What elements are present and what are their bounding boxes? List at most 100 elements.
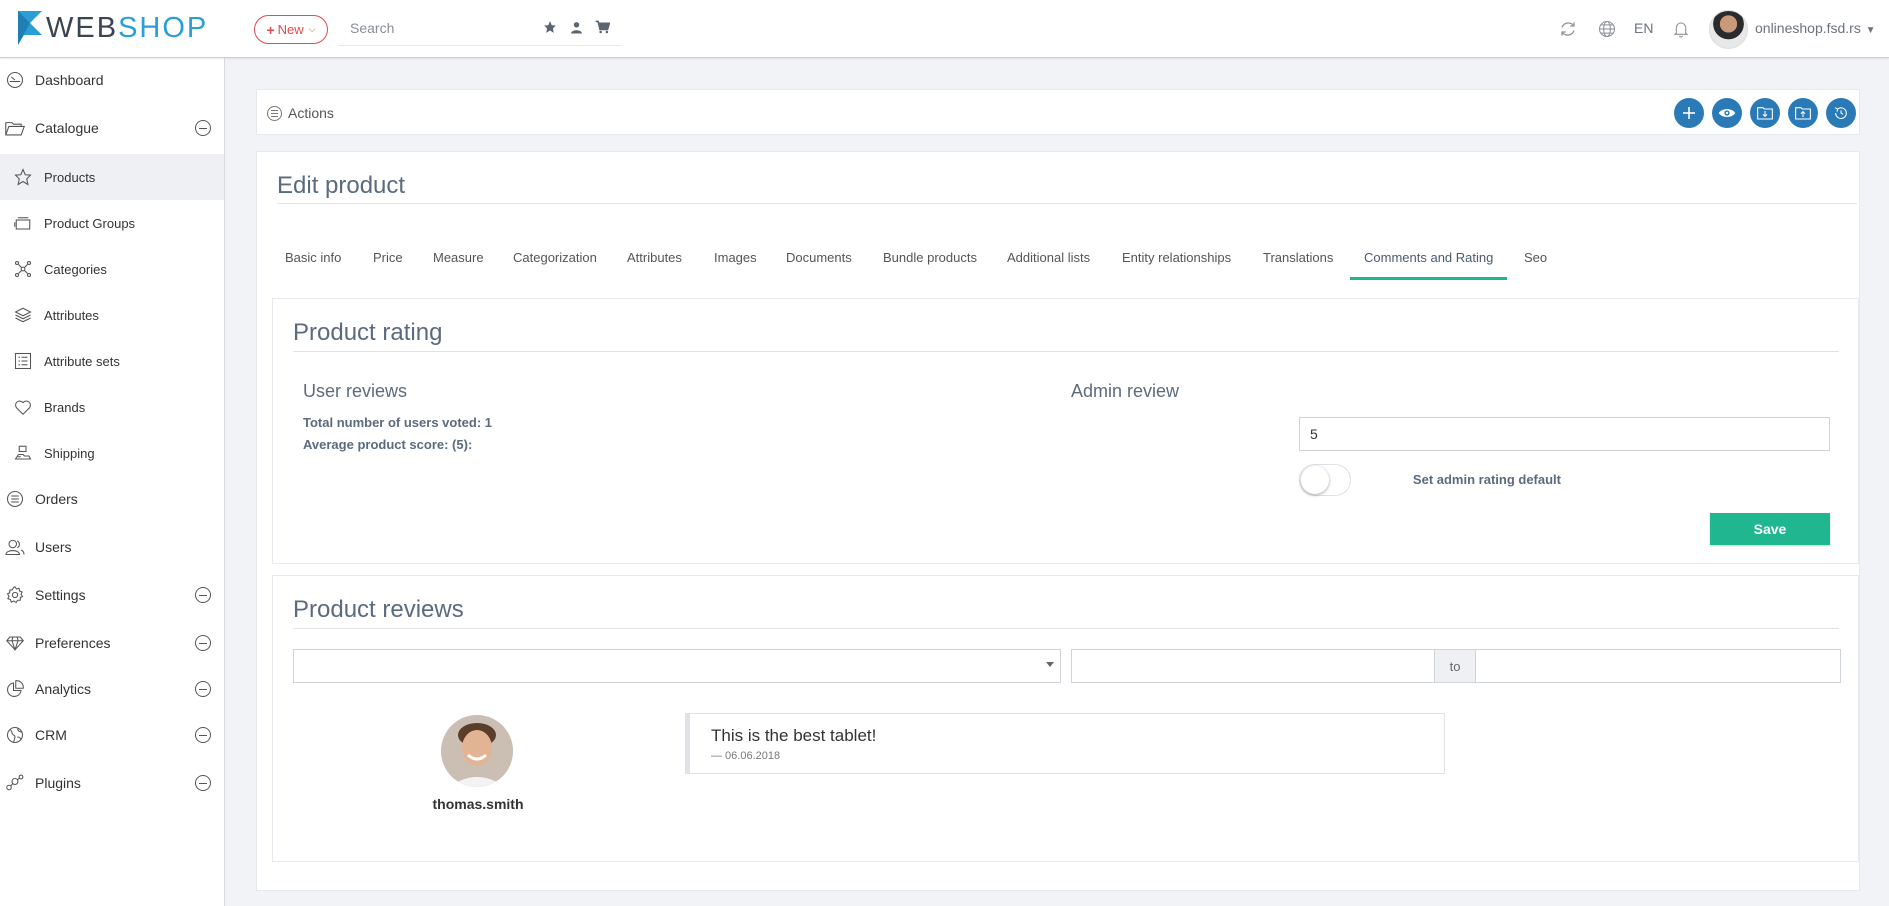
sidebar-item-plugins[interactable]: Plugins — [0, 761, 224, 805]
tab-comments-and-rating[interactable]: Comments and Rating — [1364, 238, 1493, 280]
sidebar-item-label: Brands — [44, 399, 86, 415]
globe-icon[interactable] — [1597, 19, 1617, 39]
sidebar-item-label: Plugins — [35, 775, 81, 791]
sidebar-item-categories[interactable]: Categories — [0, 246, 224, 292]
collapse-toggle-icon[interactable] — [195, 635, 211, 651]
favorites-star-icon[interactable] — [542, 19, 558, 35]
refresh-icon[interactable] — [1558, 19, 1578, 39]
actions-label: Actions — [288, 105, 334, 121]
date-from-input[interactable] — [1071, 649, 1435, 683]
sidebar-item-orders[interactable]: Orders — [0, 477, 224, 521]
sidebar-item-label: Analytics — [35, 681, 92, 697]
actions-bar: Actions — [256, 89, 1860, 135]
logo-flag-icon — [18, 11, 42, 45]
tab-price[interactable]: Price — [373, 238, 403, 280]
list-circle-icon — [267, 105, 282, 121]
user-menu[interactable]: onlineshop.fsd.rs ▼ — [1755, 20, 1876, 36]
tab-documents[interactable]: Documents — [786, 238, 852, 280]
language-selector[interactable]: EN — [1634, 20, 1653, 36]
tab-bundle-products[interactable]: Bundle products — [883, 238, 977, 280]
logo-web-text: WEB — [46, 11, 119, 44]
save-button[interactable]: Save — [1710, 513, 1830, 545]
history-button[interactable] — [1826, 98, 1856, 128]
sidebar-item-attribute-sets[interactable]: Attribute sets — [0, 338, 224, 384]
sidebar-item-label: Dashboard — [35, 72, 104, 88]
sidebar-item-brands[interactable]: Brands — [0, 384, 224, 430]
actions-menu[interactable]: Actions — [267, 105, 334, 121]
folder-download-icon — [1757, 107, 1773, 120]
new-button[interactable]: + New ⌵ — [254, 15, 328, 44]
user-reviews-title: User reviews — [303, 381, 408, 401]
import-button[interactable] — [1750, 98, 1780, 128]
eye-icon — [1718, 109, 1736, 117]
collapse-toggle-icon[interactable] — [195, 775, 211, 791]
layers-icon — [13, 305, 33, 325]
top-header: WEBSHOP + New ⌵ EN onlineshop.fsd.rs ▼ — [0, 0, 1889, 58]
shipping-icon — [13, 443, 33, 463]
bell-icon[interactable] — [1671, 19, 1691, 39]
reviewer-avatar — [441, 715, 513, 787]
admin-review-title: Admin review — [1071, 381, 1180, 401]
sidebar-item-preferences[interactable]: Preferences — [0, 621, 224, 665]
reviewer-username: thomas.smith — [432, 796, 524, 812]
admin-rating-default-toggle[interactable] — [1299, 464, 1351, 496]
sidebar-item-analytics[interactable]: Analytics — [0, 667, 224, 711]
sidebar-item-shipping[interactable]: Shipping — [0, 430, 224, 476]
review-filter-select[interactable] — [293, 649, 1061, 683]
tab-measure[interactable]: Measure — [433, 238, 484, 280]
date-to-input[interactable] — [1475, 649, 1841, 683]
collapse-toggle-icon[interactable] — [195, 681, 211, 697]
plus-icon: + — [266, 21, 275, 38]
add-button[interactable] — [1674, 98, 1704, 128]
sidebar-item-label: Catalogue — [35, 120, 99, 136]
sidebar-item-label: Attribute sets — [44, 353, 120, 369]
sidebar-item-dashboard[interactable]: Dashboard — [0, 58, 224, 102]
tab-images[interactable]: Images — [714, 238, 757, 280]
search-input[interactable] — [350, 20, 530, 36]
date-range-to-label: to — [1435, 649, 1475, 683]
tab-seo[interactable]: Seo — [1524, 238, 1547, 280]
export-button[interactable] — [1788, 98, 1818, 128]
active-tab-indicator — [1350, 277, 1507, 280]
tab-basic-info[interactable]: Basic info — [285, 238, 341, 280]
sidebar-item-label: Shipping — [44, 445, 95, 461]
webshop-logo[interactable]: WEBSHOP — [16, 8, 208, 48]
sidebar-item-users[interactable]: Users — [0, 525, 224, 569]
sidebar-item-label: Product Groups — [44, 215, 136, 231]
sidebar-item-label: Users — [35, 539, 72, 555]
tab-attributes[interactable]: Attributes — [627, 238, 682, 280]
product-tabs: Basic info Price Measure Categorization … — [257, 238, 1861, 280]
sidebar-item-crm[interactable]: CRM — [0, 713, 224, 757]
pie-chart-icon — [5, 679, 25, 699]
divider — [293, 351, 1839, 352]
sidebar-item-settings[interactable]: Settings — [0, 573, 224, 617]
tab-categorization[interactable]: Categorization — [513, 238, 597, 280]
history-icon — [1834, 107, 1847, 120]
collapse-toggle-icon[interactable] — [195, 120, 211, 136]
list-icon — [13, 351, 33, 371]
collapse-toggle-icon[interactable] — [195, 727, 211, 743]
sidebar-item-catalogue[interactable]: Catalogue — [0, 106, 224, 150]
sidebar-item-label: Products — [44, 169, 96, 185]
folder-upload-icon — [1795, 107, 1811, 120]
product-rating-panel: Product rating User reviews Total number… — [272, 298, 1859, 564]
review-comment: This is the best tablet! — 06.06.2018 — [685, 713, 1445, 774]
sidebar-item-products[interactable]: Products — [0, 154, 224, 200]
heart-icon — [13, 397, 33, 417]
tab-entity-relationships[interactable]: Entity relationships — [1122, 238, 1231, 280]
user-avatar[interactable] — [1709, 10, 1748, 49]
admin-rating-input[interactable] — [1299, 417, 1830, 451]
sidebar-item-product-groups[interactable]: Product Groups — [0, 200, 224, 246]
account-user-icon[interactable] — [568, 19, 584, 35]
tab-additional-lists[interactable]: Additional lists — [1007, 238, 1090, 280]
review-date: — 06.06.2018 — [711, 750, 781, 762]
preview-button[interactable] — [1712, 98, 1742, 128]
sidebar-item-attributes[interactable]: Attributes — [0, 292, 224, 338]
orders-icon — [5, 489, 25, 509]
cart-icon[interactable] — [594, 19, 610, 35]
product-reviews-panel: Product reviews to thomas.smith This is … — [272, 575, 1859, 862]
tab-translations[interactable]: Translations — [1263, 238, 1333, 280]
sidebar-item-label: Settings — [35, 587, 86, 603]
collapse-toggle-icon[interactable] — [195, 587, 211, 603]
globe-icon — [5, 725, 25, 745]
